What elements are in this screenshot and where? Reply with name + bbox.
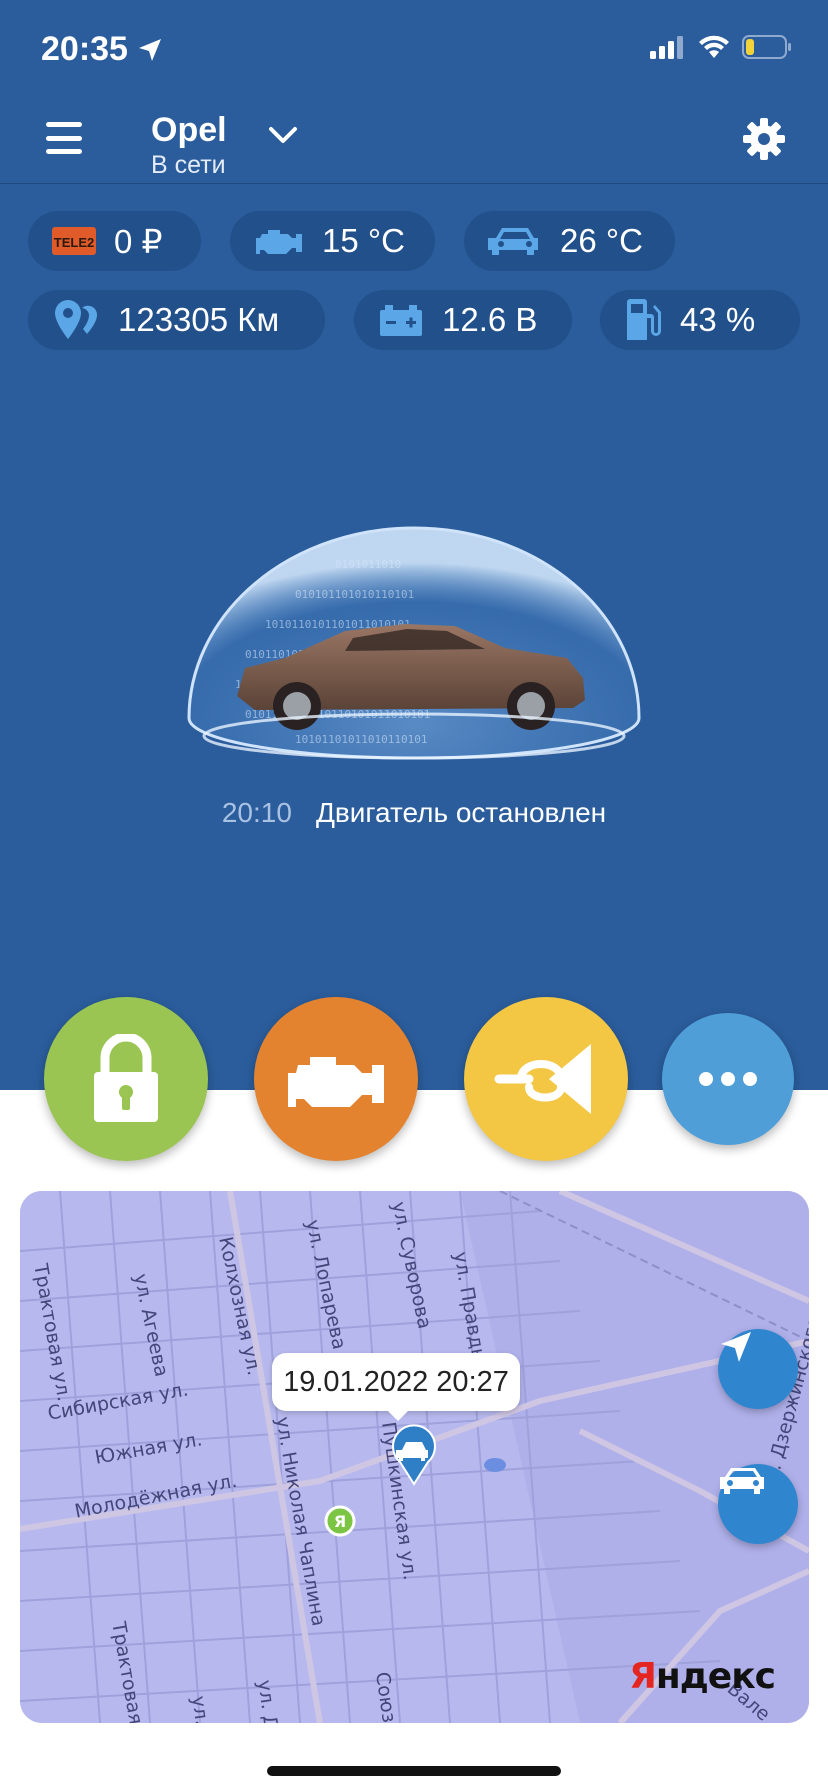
horn-icon (494, 1044, 591, 1114)
cabin-temp-value: 26 °C (560, 222, 643, 259)
navigation-arrow-icon (721, 1332, 751, 1362)
battery-icon (742, 35, 791, 59)
fuel-value: 43 % (680, 301, 756, 338)
engine-icon (288, 1057, 384, 1107)
engine-start-button[interactable] (254, 997, 418, 1161)
mileage-value: 123305 Км (118, 301, 280, 338)
car-security-dome: 0101011010 010101101010110101 1010110101… (187, 526, 641, 760)
event-time: 20:10 (221, 797, 292, 828)
location-timestamp: 19.01.2022 20:27 (283, 1365, 509, 1398)
status-time: 20:35 (41, 30, 164, 69)
fuel-pump-icon (624, 298, 662, 342)
mileage-chip[interactable]: 123305 Км (28, 290, 325, 350)
more-dots-icon (699, 1072, 757, 1086)
svg-text:10101101011010110101: 10101101011010110101 (295, 733, 427, 746)
show-car-button[interactable] (718, 1464, 798, 1544)
yandex-logo-rest: ндекс (655, 1656, 776, 1697)
car-selector[interactable]: Opel В сети (151, 111, 227, 180)
car-icon (720, 1468, 764, 1494)
svg-text:Я: Я (334, 1512, 346, 1531)
menu-button[interactable] (46, 122, 82, 154)
yandex-poi-marker-icon: Я (324, 1505, 356, 1537)
yandex-logo-letter: Я (629, 1656, 657, 1697)
svg-text:0101011010: 0101011010 (335, 558, 401, 571)
home-indicator[interactable] (267, 1766, 561, 1776)
wifi-icon (699, 35, 729, 58)
battery-chip[interactable]: 12.6 В (354, 290, 572, 350)
status-time-text: 20:35 (41, 30, 128, 68)
settings-gear-icon[interactable] (742, 117, 786, 161)
svg-text:TELE2: TELE2 (54, 235, 94, 250)
tele2-logo-icon: TELE2 (52, 225, 96, 257)
route-pin-icon (52, 298, 100, 342)
last-event: 20:10 Двигатель остановлен (0, 797, 828, 829)
location-arrow-icon (138, 38, 161, 61)
my-location-button[interactable] (718, 1329, 798, 1409)
engine-temp-value: 15 °C (322, 222, 405, 259)
menu-line (46, 135, 82, 141)
fuel-chip[interactable]: 43 % (600, 290, 800, 350)
menu-line (46, 122, 82, 127)
menu-line (46, 149, 82, 154)
battery-value: 12.6 В (442, 301, 538, 338)
yandex-logo: Яндекс (629, 1656, 776, 1697)
engine-temp-chip[interactable]: 15 °C (230, 211, 435, 271)
svg-text:010101101010110101: 010101101010110101 (295, 588, 414, 601)
lock-button[interactable] (44, 997, 208, 1161)
event-message: Двигатель остановлен (315, 797, 607, 828)
horn-button[interactable] (464, 997, 628, 1161)
car-icon (488, 224, 542, 258)
signal-icon (650, 36, 683, 59)
header-divider (0, 183, 828, 184)
car-name: Opel (151, 111, 227, 149)
car-battery-icon (378, 302, 424, 338)
balance-chip[interactable]: TELE2 0 ₽ (28, 211, 201, 271)
street-label: ул. (187, 1694, 213, 1723)
more-actions-button[interactable] (662, 1013, 794, 1145)
header: Opel В сети (0, 105, 828, 185)
cabin-temp-chip[interactable]: 26 °C (464, 211, 675, 271)
chevron-down-icon[interactable] (268, 125, 298, 145)
location-timestamp-bubble: 19.01.2022 20:27 (272, 1353, 520, 1421)
engine-icon (254, 224, 304, 258)
status-icons (650, 34, 792, 60)
padlock-icon (94, 1034, 158, 1122)
balance-value: 0 ₽ (114, 222, 163, 260)
map-view[interactable]: Трактовая ул. ул. Агеева Колхозная ул. у… (20, 1191, 809, 1723)
connection-status: В сети (151, 151, 226, 179)
car-location-pin-icon[interactable] (390, 1424, 438, 1486)
